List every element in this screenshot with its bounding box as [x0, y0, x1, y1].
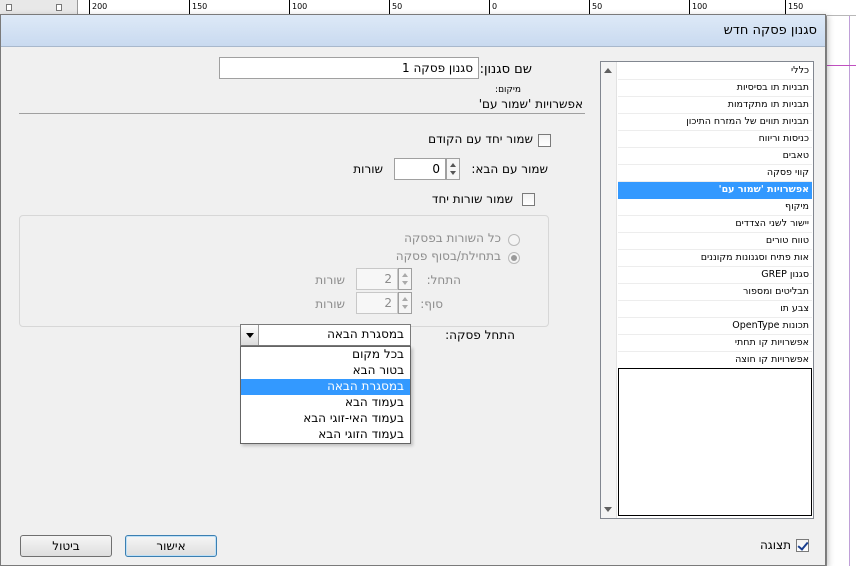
end-lines-stepper[interactable]: [398, 292, 412, 314]
cancel-button[interactable]: ביטול: [20, 535, 112, 557]
start-paragraph-label: התחל פסקה:: [445, 328, 515, 342]
ruler-marker-icon: [56, 4, 62, 11]
keep-lines-together-checkbox[interactable]: [522, 193, 535, 206]
ruler-label: 100: [292, 2, 308, 11]
start-lines-label: התחל:: [426, 273, 461, 287]
category-scrollbar[interactable]: [601, 62, 617, 518]
keep-with-next-unit: שורות: [353, 162, 383, 176]
sidebar-item[interactable]: צבע תו: [618, 301, 812, 318]
keep-with-next-label: שמור עם הבא:: [471, 162, 548, 176]
ok-button[interactable]: אישור: [125, 535, 217, 557]
keep-with-next-input[interactable]: 0: [394, 158, 446, 180]
sidebar-item[interactable]: סגנון GREP: [618, 267, 812, 284]
ruler-label: 0: [492, 2, 498, 11]
sidebar-item[interactable]: יישור לשני הצדדים: [618, 216, 812, 233]
dropdown-option[interactable]: במסגרת הבאה: [241, 379, 410, 395]
dialog-title: סגנון פסקה חדש: [723, 23, 817, 38]
style-name-label: שם סגנון:: [479, 62, 532, 77]
dropdown-option[interactable]: בטור הבא: [241, 363, 410, 379]
category-list[interactable]: כללי תבניות תו בסיסיות תבניות תו מתקדמות תב…: [600, 61, 814, 519]
dropdown-option[interactable]: בכל מקום: [241, 347, 410, 363]
ruler-label: 100: [692, 2, 708, 11]
start-lines-stepper[interactable]: [398, 268, 412, 290]
start-paragraph-select[interactable]: במסגרת הבאה: [240, 324, 411, 346]
margin-guide: [827, 65, 856, 66]
chevron-down-icon[interactable]: [241, 325, 259, 345]
start-lines-input[interactable]: 2: [356, 268, 398, 290]
section-divider: [19, 113, 585, 114]
location-label: מיקום:: [495, 85, 521, 95]
document-canvas: [826, 16, 856, 566]
sidebar-item[interactable]: כניסות וריווח: [618, 131, 812, 148]
all-lines-label[interactable]: כל השורות בפסקה: [404, 231, 501, 245]
keep-with-next-stepper[interactable]: [446, 158, 460, 180]
sidebar-item[interactable]: אפשרויות קו חוצה: [618, 352, 812, 369]
start-end-label[interactable]: בתחילת/בסוף פסקה: [396, 249, 501, 263]
keep-with-previous-checkbox[interactable]: [538, 134, 551, 147]
sidebar-item[interactable]: טווח טורים: [618, 233, 812, 250]
start-lines-unit: שורות: [315, 273, 345, 287]
dropdown-option[interactable]: בעמוד הבא: [241, 395, 410, 411]
category-blank-area: [618, 368, 812, 516]
ruler-label: 50: [592, 2, 603, 11]
start-paragraph-value: במסגרת הבאה: [327, 327, 404, 341]
dropdown-option[interactable]: בעמוד האי-זוגי הבא: [241, 411, 410, 427]
sidebar-item[interactable]: תבניות תווים של המזרח התיכון: [618, 114, 812, 131]
sidebar-item[interactable]: תבניות תו בסיסיות: [618, 80, 812, 97]
sidebar-item[interactable]: אפשרויות 'שמור עם': [618, 182, 812, 199]
preview-checkbox[interactable]: [796, 539, 809, 552]
dropdown-option[interactable]: בעמוד הזוגי הבא: [241, 427, 410, 443]
sidebar-item[interactable]: תבליטים ומספור: [618, 284, 812, 301]
start-paragraph-dropdown[interactable]: בכל מקום בטור הבא במסגרת הבאה בעמוד הבא בעמו…: [240, 346, 411, 444]
ruler-marker-icon: [6, 4, 12, 11]
style-name-input[interactable]: סגנון פסקה 1: [219, 57, 479, 79]
keep-lines-together-label[interactable]: שמור שורות יחד: [429, 192, 515, 206]
sidebar-item[interactable]: אות פתיח וסגנונות מקוננים: [618, 250, 812, 267]
scroll-down-icon[interactable]: [604, 507, 612, 512]
category-items: כללי תבניות תו בסיסיות תבניות תו מתקדמות תב…: [618, 63, 812, 369]
scroll-up-icon[interactable]: [604, 68, 612, 73]
sidebar-item[interactable]: תכונות OpenType: [618, 318, 812, 335]
sidebar-item[interactable]: אפשרויות קו תחתי: [618, 335, 812, 352]
ruler-label: 200: [92, 2, 108, 11]
end-lines-input[interactable]: 2: [356, 292, 398, 314]
end-lines-unit: שורות: [315, 297, 345, 311]
ruler-label: 150: [788, 2, 804, 11]
keep-with-previous-label[interactable]: שמור יחד עם הקודם: [428, 132, 533, 146]
sidebar-item[interactable]: כללי: [618, 63, 812, 80]
all-lines-radio[interactable]: [508, 234, 520, 246]
end-lines-label: סוף:: [420, 297, 443, 311]
sidebar-item[interactable]: מיקוף: [618, 199, 812, 216]
ruler-label: 150: [192, 2, 208, 11]
guide-line: [849, 16, 850, 566]
sidebar-item[interactable]: תבניות תו מתקדמות: [618, 97, 812, 114]
dialog-titlebar[interactable]: סגנון פסקה חדש: [1, 15, 825, 47]
sidebar-item[interactable]: קווי פסקה: [618, 165, 812, 182]
sidebar-item[interactable]: טאבים: [618, 148, 812, 165]
preview-label[interactable]: תצוגה: [760, 538, 791, 552]
section-title: אפשרויות 'שמור עם': [478, 97, 583, 111]
ruler-label: 50: [392, 2, 403, 11]
start-end-radio[interactable]: [508, 252, 520, 264]
new-paragraph-style-dialog: סגנון פסקה חדש כללי תבניות תו בסיסיות תבני…: [0, 14, 826, 566]
